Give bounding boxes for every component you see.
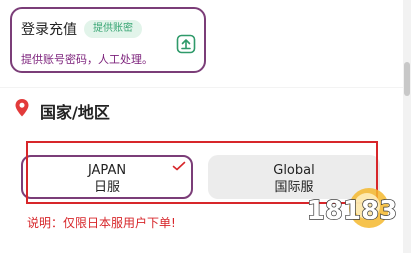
provide-account-badge: 提供账密 [84,20,142,38]
login-recharge-description: 提供账号密码，人工处理。 [21,53,153,66]
site-watermark-logo: 18183 [307,188,397,228]
watermark-text: 18183 [307,196,397,226]
divider [0,87,403,88]
scrollbar-track[interactable] [403,0,411,253]
scrollbar-thumb[interactable] [404,62,410,96]
location-pin-icon [15,99,29,117]
region-note: 说明：仅限日本服用户下单! [27,216,176,230]
login-recharge-card[interactable]: 登录充值 提供账密 提供账号密码，人工处理。 [10,7,206,73]
upload-icon[interactable] [175,33,197,55]
region-section-title: 国家/地区 [40,103,110,122]
login-recharge-title: 登录充值 [21,22,77,38]
